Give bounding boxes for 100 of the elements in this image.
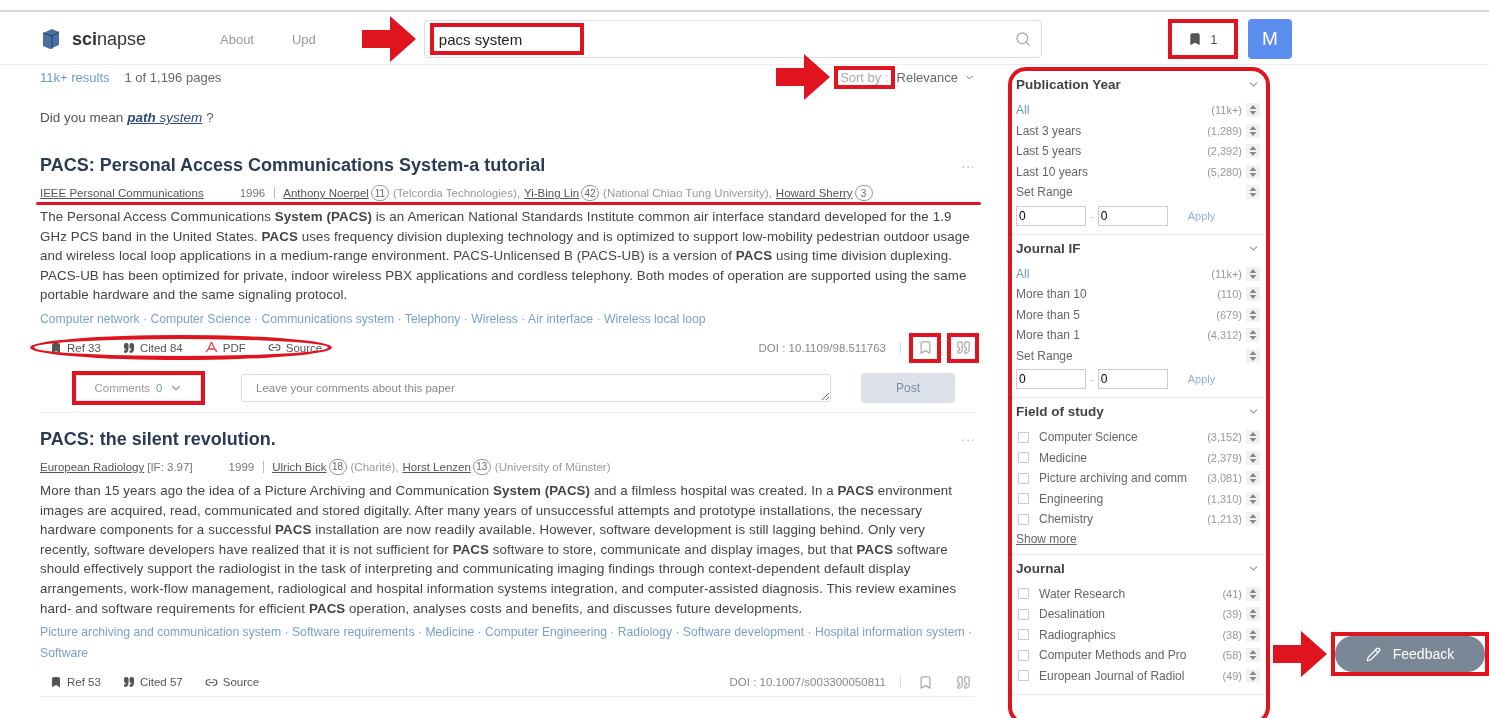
author-link[interactable]: Anthony Noerpel (283, 187, 369, 199)
filter-option[interactable]: Picture archiving and comm (1039, 471, 1208, 486)
affiliation: (National Chiao Tung University), (603, 187, 772, 199)
checkbox[interactable] (1018, 452, 1029, 464)
logo-text[interactable]: scinapse (72, 28, 147, 50)
range-separator: - (1090, 209, 1094, 222)
range-to-field[interactable]: 0 (1097, 369, 1168, 389)
journal-link[interactable]: IEEE Personal Communications (40, 187, 204, 199)
ref-link[interactable]: Ref 53 (50, 676, 101, 689)
sort-icon[interactable] (1246, 123, 1260, 138)
filter-option[interactable]: More than 5 (1016, 307, 1217, 322)
sort-icon[interactable] (1246, 512, 1260, 527)
comment-field[interactable]: Leave your comments about this paper (241, 373, 831, 402)
quote-icon (122, 341, 135, 354)
sort-icon[interactable] (1246, 586, 1260, 601)
filter-option[interactable]: Last 3 years (1016, 123, 1208, 138)
sort-icon[interactable] (1246, 266, 1260, 281)
filter-option[interactable]: More than 10 (1016, 287, 1218, 302)
filter-option[interactable]: Medicine (1039, 450, 1208, 465)
filter-option[interactable]: Water Research (1039, 586, 1223, 601)
option-count: (110) (1217, 288, 1242, 301)
affiliation: (Telcordia Technologies), (392, 187, 520, 199)
checkbox[interactable] (1018, 472, 1029, 484)
sort-icon[interactable] (1246, 450, 1260, 465)
result-count: 11k+ results (40, 69, 110, 85)
checkbox[interactable] (1018, 629, 1029, 641)
option-count: (679) (1216, 308, 1242, 321)
option-count: (1,310) (1207, 492, 1242, 505)
sort-icon[interactable] (1246, 607, 1260, 622)
checkbox[interactable] (1018, 513, 1029, 525)
checkbox[interactable] (1018, 493, 1029, 505)
doi-text: DOI : 10.1109/98.511763 (758, 341, 901, 354)
filter-option[interactable]: Last 5 years (1016, 144, 1208, 159)
sort-icon[interactable] (1246, 668, 1260, 683)
filter-option[interactable]: Computer Science (1039, 430, 1208, 445)
checkbox[interactable] (1018, 649, 1029, 661)
show-more-link[interactable]: Show more (1016, 531, 1260, 546)
sort-icon[interactable] (1246, 287, 1260, 302)
range-from-field[interactable]: 0 (1016, 205, 1086, 226)
sort-icon[interactable] (1246, 144, 1260, 159)
filter-option[interactable]: Set Range (1016, 348, 1246, 363)
cited-link[interactable]: Cited 84 (122, 341, 183, 354)
filter-option[interactable]: Set Range (1016, 185, 1246, 200)
ref-link[interactable]: Ref 33 (50, 341, 101, 354)
filter-option[interactable]: Engineering (1039, 491, 1208, 506)
option-count: (4,312) (1207, 329, 1242, 342)
filter-title: Journal (1016, 560, 1065, 576)
paper-title[interactable]: PACS: the silent revolution. (40, 428, 276, 450)
sort-icon[interactable] (1246, 471, 1260, 486)
option-count: (41) (1222, 587, 1242, 600)
feedback-button[interactable]: Feedback (1335, 636, 1485, 672)
range-from-field[interactable]: 0 (1016, 369, 1086, 389)
field-tags: Computer network · Computer Science · Communications system · Telephony · Wireless · Air interface · Wireless local loop (40, 308, 975, 330)
filter-option[interactable]: Last 10 years (1016, 164, 1208, 179)
search-icon[interactable] (1014, 31, 1031, 47)
source-link[interactable]: Source (267, 341, 323, 355)
option-count: (1,213) (1207, 513, 1242, 526)
sort-icon[interactable] (1246, 164, 1260, 179)
checkbox[interactable] (1018, 431, 1029, 443)
option-count: (3,081) (1207, 472, 1242, 485)
option-count: (5,280) (1207, 165, 1242, 178)
range-to-field[interactable]: 0 (1097, 205, 1168, 226)
sort-dropdown[interactable]: Relevance (896, 69, 975, 85)
checkbox[interactable] (1018, 608, 1029, 620)
source-link[interactable]: Source (204, 675, 260, 689)
logo-icon (40, 28, 62, 50)
user-avatar[interactable]: M (1247, 19, 1292, 59)
checkbox[interactable] (1018, 670, 1029, 682)
sort-icon[interactable] (1246, 491, 1260, 506)
journal-link[interactable]: European Radiology (40, 460, 145, 473)
sort-icon[interactable] (1246, 648, 1260, 663)
option-count: (58) (1222, 649, 1242, 662)
sort-icon[interactable] (1246, 185, 1260, 200)
sort-icon[interactable] (1246, 430, 1260, 445)
author-link[interactable]: Ulrich Bick (272, 460, 327, 473)
sort-icon[interactable] (1246, 307, 1260, 322)
bookmark-icon (1188, 32, 1203, 46)
sort-icon[interactable] (1246, 348, 1260, 363)
suggestion-link[interactable]: path system (127, 110, 203, 125)
author-link[interactable]: Howard Sherry (775, 187, 853, 199)
filter-option[interactable]: More than 1 (1016, 328, 1208, 343)
publication-year: 1996 (203, 187, 276, 199)
cited-link[interactable]: Cited 57 (122, 676, 183, 689)
option-count: (2,379) (1207, 451, 1242, 464)
search-bar[interactable]: pacs system (423, 20, 1042, 58)
author-link[interactable]: Yi-Bing Lin (523, 187, 580, 199)
checkbox[interactable] (1018, 588, 1029, 600)
author-link[interactable]: Horst Lenzen (402, 460, 471, 473)
filter-option[interactable]: Radiographics (1039, 627, 1223, 642)
filter-option[interactable]: Desalination (1039, 607, 1223, 622)
filter-option[interactable]: Computer Methods and Pro (1039, 648, 1223, 663)
sort-icon[interactable] (1246, 627, 1260, 642)
filter-option[interactable]: Chemistry (1039, 512, 1208, 527)
paper-title[interactable]: PACS: Personal Access Communications System-a tutorial (40, 155, 546, 176)
pdf-link[interactable]: PDF (204, 341, 246, 355)
filter-option[interactable]: European Journal of Radiol (1039, 668, 1223, 683)
quote-icon (122, 676, 135, 689)
quote-icon (955, 340, 971, 356)
sort-icon[interactable] (1246, 103, 1260, 118)
sort-icon[interactable] (1246, 328, 1260, 343)
